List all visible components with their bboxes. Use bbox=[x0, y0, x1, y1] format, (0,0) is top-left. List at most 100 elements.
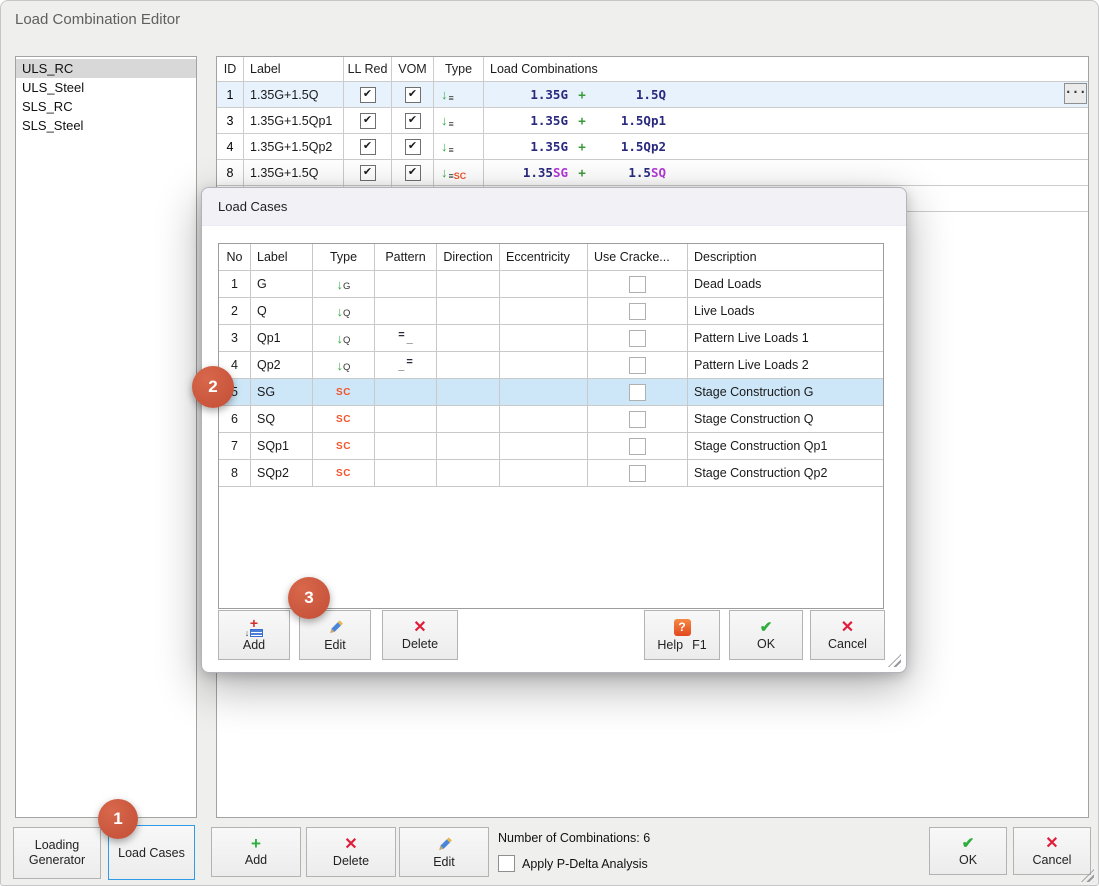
cancel-button[interactable]: ✕ Cancel bbox=[1013, 827, 1091, 875]
case-direction bbox=[437, 379, 500, 405]
combination-id: 8 bbox=[217, 160, 244, 185]
load-case-row[interactable]: 7 SQp1 SC Stage Construction Qp1 bbox=[219, 433, 883, 460]
gravity-arrow-icon: ↓ bbox=[441, 140, 448, 153]
pencil-icon bbox=[436, 836, 453, 853]
vom-checkbox[interactable]: ✔ bbox=[405, 113, 421, 129]
cell-use-cracked bbox=[588, 433, 688, 459]
use-cracked-checkbox[interactable] bbox=[629, 384, 646, 401]
combination-row[interactable]: 3 1.35G+1.5Qp1 ✔ ✔ ↓≡ 1.35G + 1.5Qp1 bbox=[217, 108, 1088, 134]
col-type: Type bbox=[313, 244, 375, 270]
dialog-delete-button[interactable]: ✕ Delete bbox=[382, 610, 458, 660]
gravity-arrow-icon: ↓ bbox=[441, 88, 448, 101]
dialog-ok-button[interactable]: ✔ OK bbox=[729, 610, 803, 660]
combination-group-list[interactable]: ULS_RC ULS_Steel SLS_RC SLS_Steel bbox=[15, 56, 197, 818]
edit-combination-button[interactable]: Edit bbox=[399, 827, 489, 877]
col-type: Type bbox=[434, 57, 484, 81]
load-cases-table: No Label Type Pattern Direction Eccentri… bbox=[218, 243, 884, 609]
combination-row[interactable]: 8 1.35G+1.5Q ✔ ✔ ↓≡SC 1.35SG + 1.5SQ bbox=[217, 160, 1088, 186]
ll-red-checkbox[interactable]: ✔ bbox=[360, 139, 376, 155]
p-delta-checkbox[interactable] bbox=[498, 855, 515, 872]
check-icon: ✔ bbox=[363, 115, 372, 126]
load-case-row[interactable]: 1 G ↓G Dead Loads bbox=[219, 271, 883, 298]
vom-checkbox[interactable]: ✔ bbox=[405, 87, 421, 103]
cell-combination-formula: 1.35G + 1.5Qp2 bbox=[484, 134, 1088, 159]
case-description: Stage Construction Qp1 bbox=[688, 433, 883, 459]
list-item-uls-rc[interactable]: ULS_RC bbox=[16, 59, 196, 78]
case-type: ↓Q bbox=[313, 298, 375, 324]
delete-label: Delete bbox=[333, 854, 369, 868]
ll-red-checkbox[interactable]: ✔ bbox=[360, 87, 376, 103]
use-cracked-checkbox[interactable] bbox=[629, 276, 646, 293]
check-icon: ✔ bbox=[363, 167, 372, 178]
list-item-uls-steel[interactable]: ULS_Steel bbox=[16, 78, 196, 97]
cell-combination-formula: 1.35G + 1.5Q ... bbox=[484, 82, 1088, 107]
col-id: ID bbox=[217, 57, 244, 81]
case-direction bbox=[437, 406, 500, 432]
col-direction: Direction bbox=[437, 244, 500, 270]
check-icon: ✔ bbox=[408, 141, 417, 152]
case-type: SC bbox=[313, 433, 375, 459]
case-eccentricity bbox=[500, 352, 588, 378]
load-case-row[interactable]: 4 Qp2 ↓Q _= Pattern Live Loads 2 bbox=[219, 352, 883, 379]
cancel-x-icon: ✕ bbox=[841, 620, 854, 635]
help-question-icon: ? bbox=[674, 619, 691, 636]
combination-label: 1.35G+1.5Q bbox=[244, 160, 344, 185]
dialog-title: Load Cases bbox=[218, 199, 287, 214]
cell-use-cracked bbox=[588, 460, 688, 486]
dialog-cancel-button[interactable]: ✕ Cancel bbox=[810, 610, 885, 660]
vom-checkbox[interactable]: ✔ bbox=[405, 165, 421, 181]
pattern-span-high-icon: = bbox=[406, 356, 412, 368]
dialog-help-button[interactable]: ? HelpF1 bbox=[644, 610, 720, 660]
coef-2: 1.5 bbox=[621, 113, 644, 128]
load-case-row-selected[interactable]: 5 SG SC Stage Construction G bbox=[219, 379, 883, 406]
cell-vom: ✔ bbox=[392, 160, 434, 185]
dialog-ok-label: OK bbox=[757, 637, 775, 651]
cell-use-cracked bbox=[588, 298, 688, 324]
annotation-badge-2: 2 bbox=[192, 366, 234, 408]
ll-red-checkbox[interactable]: ✔ bbox=[360, 113, 376, 129]
ll-red-checkbox[interactable]: ✔ bbox=[360, 165, 376, 181]
list-item-sls-steel[interactable]: SLS_Steel bbox=[16, 116, 196, 135]
col-use-cracked: Use Cracke... bbox=[588, 244, 688, 270]
p-delta-option[interactable]: Apply P-Delta Analysis bbox=[498, 855, 648, 872]
dialog-title-bar[interactable]: Load Cases bbox=[202, 188, 906, 226]
cell-ll-red: ✔ bbox=[344, 134, 392, 159]
list-item-sls-rc[interactable]: SLS_RC bbox=[16, 97, 196, 116]
cell-ll-red: ✔ bbox=[344, 160, 392, 185]
use-cracked-checkbox[interactable] bbox=[629, 465, 646, 482]
case-pattern bbox=[375, 298, 437, 324]
cancel-x-icon: ✕ bbox=[1045, 836, 1058, 851]
use-cracked-checkbox[interactable] bbox=[629, 357, 646, 374]
delete-combination-button[interactable]: ✕ Delete bbox=[306, 827, 396, 877]
case-label: Q bbox=[251, 298, 313, 324]
ellipsis-button[interactable]: ... bbox=[1064, 83, 1087, 104]
distributed-load-icon: ≡ bbox=[449, 120, 454, 129]
use-cracked-checkbox[interactable] bbox=[629, 303, 646, 320]
loading-generator-label-1: Loading bbox=[35, 838, 80, 853]
dialog-add-button[interactable]: + ↓ Add bbox=[218, 610, 290, 660]
use-cracked-checkbox[interactable] bbox=[629, 330, 646, 347]
load-case-row[interactable]: 2 Q ↓Q Live Loads bbox=[219, 298, 883, 325]
load-case-row[interactable]: 6 SQ SC Stage Construction Q bbox=[219, 406, 883, 433]
ok-button[interactable]: ✔ OK bbox=[929, 827, 1007, 875]
load-case-row[interactable]: 8 SQp2 SC Stage Construction Qp2 bbox=[219, 460, 883, 487]
case-pattern bbox=[375, 271, 437, 297]
check-icon: ✔ bbox=[408, 115, 417, 126]
use-cracked-checkbox[interactable] bbox=[629, 438, 646, 455]
cell-type: ↓≡ bbox=[434, 108, 484, 133]
case-type: ↓Q bbox=[313, 325, 375, 351]
case-description: Pattern Live Loads 1 bbox=[688, 325, 883, 351]
add-combination-button[interactable]: + Add bbox=[211, 827, 301, 877]
loading-generator-button[interactable]: Loading Generator bbox=[13, 827, 101, 879]
use-cracked-checkbox[interactable] bbox=[629, 411, 646, 428]
distributed-load-icon: ≡ bbox=[449, 94, 454, 103]
load-case-row[interactable]: 3 Qp1 ↓Q =_ Pattern Live Loads 1 bbox=[219, 325, 883, 352]
combination-id: 4 bbox=[217, 134, 244, 159]
case-pattern: =_ bbox=[375, 325, 437, 351]
case-no: 3 bbox=[219, 325, 251, 351]
dialog-resize-grip[interactable] bbox=[888, 654, 901, 667]
p-delta-label: Apply P-Delta Analysis bbox=[522, 857, 648, 871]
combination-row[interactable]: 1 1.35G+1.5Q ✔ ✔ ↓≡ 1.35G + 1.5Q ... bbox=[217, 82, 1088, 108]
vom-checkbox[interactable]: ✔ bbox=[405, 139, 421, 155]
combination-row[interactable]: 4 1.35G+1.5Qp2 ✔ ✔ ↓≡ 1.35G + 1.5Qp2 bbox=[217, 134, 1088, 160]
